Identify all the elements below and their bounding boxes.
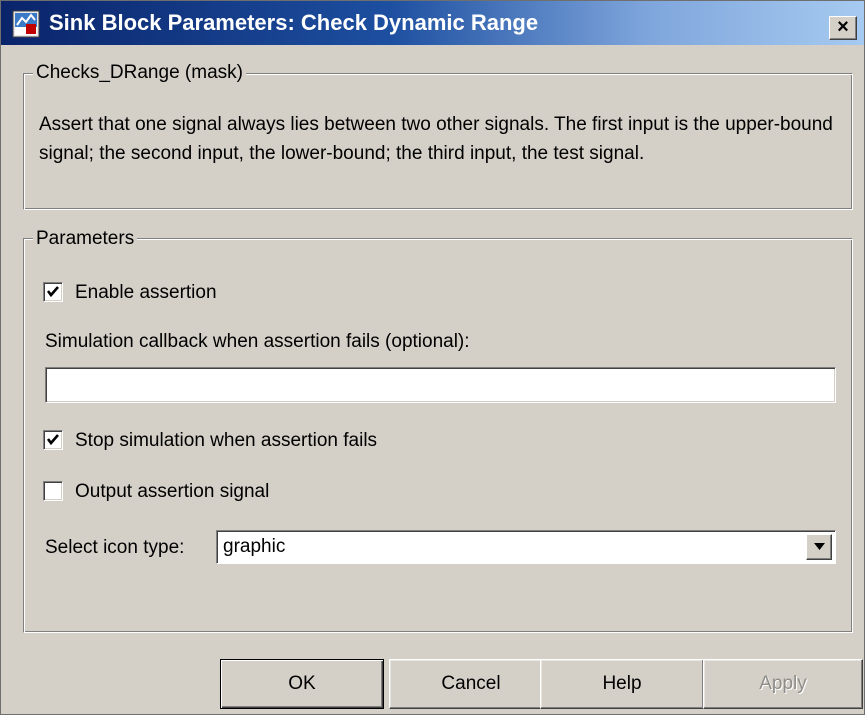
close-button[interactable]: ×: [829, 16, 857, 40]
parameters-group-legend: Parameters: [33, 228, 138, 250]
output-assertion-label[interactable]: Output assertion signal: [75, 481, 269, 503]
callback-label: Simulation callback when assertion fails…: [45, 331, 470, 352]
window-title: Sink Block Parameters: Check Dynamic Ran…: [49, 10, 539, 35]
ok-button[interactable]: OK: [220, 659, 384, 709]
apply-button: Apply: [703, 659, 863, 709]
chevron-down-icon: [814, 543, 825, 550]
enable-assertion-label[interactable]: Enable assertion: [75, 282, 217, 304]
help-button[interactable]: Help: [540, 659, 704, 709]
dialog-window: Sink Block Parameters: Check Dynamic Ran…: [0, 0, 865, 715]
icon-type-select[interactable]: graphic: [216, 530, 836, 564]
checkmark-icon: [46, 434, 59, 446]
stop-simulation-label[interactable]: Stop simulation when assertion fails: [75, 430, 377, 452]
callback-input[interactable]: [45, 367, 836, 403]
title-bar[interactable]: Sink Block Parameters: Check Dynamic Ran…: [1, 1, 864, 45]
mask-group-legend: Checks_DRange (mask): [33, 62, 246, 84]
icon-type-dropdown-button[interactable]: [806, 534, 832, 560]
output-assertion-checkbox[interactable]: [43, 481, 63, 501]
icon-type-value: graphic: [223, 536, 286, 557]
stop-simulation-checkbox[interactable]: [43, 430, 63, 450]
checkmark-icon: [46, 286, 59, 298]
close-icon: ×: [837, 16, 849, 38]
mask-description: Assert that one signal always lies betwe…: [39, 114, 833, 164]
enable-assertion-checkbox[interactable]: [43, 282, 63, 302]
icon-type-label: Select icon type:: [45, 537, 185, 558]
simulink-block-icon: [12, 10, 40, 38]
cancel-button[interactable]: Cancel: [389, 659, 553, 709]
